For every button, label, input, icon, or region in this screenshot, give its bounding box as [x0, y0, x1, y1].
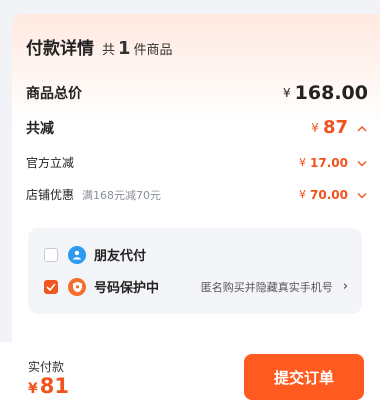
currency-symbol: ¥ — [283, 86, 291, 100]
currency-symbol: ¥ — [28, 381, 38, 397]
chevron-up-icon[interactable] — [356, 121, 368, 135]
chevron-down-icon[interactable] — [356, 156, 368, 170]
currency-symbol: ¥ — [311, 120, 319, 135]
actual-payment-label: 实付款 — [28, 360, 65, 374]
actual-payment-amount: ¥81 — [28, 374, 69, 398]
store-discount-amount: 70.00 — [310, 187, 348, 202]
chevron-right-icon: › — [342, 279, 348, 294]
store-discount-row[interactable]: 店铺优惠 满168元减70元 ¥ 70.00 — [26, 186, 368, 203]
actual-payment-value: 81 — [39, 374, 69, 398]
goods-total-label: 商品总价 — [26, 86, 82, 102]
count-suffix: 件商品 — [133, 43, 173, 58]
page-title: 付款详情 — [26, 39, 94, 59]
options-panel: 朋友代付 号码保护中 匿名购买并隐藏真实手机号 › — [28, 228, 362, 314]
friend-pay-option[interactable]: 朋友代付 — [44, 245, 348, 264]
count-number: 1 — [118, 38, 131, 59]
currency-symbol: ¥ — [299, 156, 307, 169]
payment-header: 付款详情 共 1 件商品 — [26, 34, 173, 59]
checkout-bar: 实付款 ¥81 提交订单 — [0, 342, 380, 414]
discount-row[interactable]: 共减 ¥ 87 — [26, 117, 368, 138]
number-protection-desc: 匿名购买并隐藏真实手机号 — [200, 280, 333, 294]
shield-icon — [68, 277, 86, 296]
number-protection-option[interactable]: 号码保护中 匿名购买并隐藏真实手机号 › — [44, 277, 348, 296]
discount-amount: 87 — [322, 117, 348, 138]
goods-total-row: 商品总价 ¥ 168.00 — [26, 82, 368, 104]
official-discount-amount: 17.00 — [310, 155, 348, 170]
discount-label: 共减 — [26, 120, 54, 137]
item-count: 共 1 件商品 — [102, 38, 173, 59]
official-discount-row[interactable]: 官方立减 ¥ 17.00 — [26, 154, 368, 171]
store-discount-hint: 满168元减70元 — [82, 188, 162, 202]
submit-order-button[interactable]: 提交订单 — [244, 354, 364, 400]
number-protection-checkbox[interactable] — [44, 279, 58, 294]
friend-pay-label: 朋友代付 — [94, 249, 147, 264]
chevron-down-icon[interactable] — [356, 188, 368, 202]
friend-pay-checkbox[interactable] — [44, 247, 58, 262]
official-discount-label: 官方立减 — [26, 156, 75, 170]
store-discount-label: 店铺优惠 — [26, 188, 75, 202]
number-protection-detail[interactable]: 匿名购买并隐藏真实手机号 › — [201, 279, 348, 295]
friend-pay-icon — [68, 245, 86, 264]
currency-symbol: ¥ — [299, 188, 307, 201]
goods-total-amount: 168.00 — [294, 82, 368, 104]
number-protection-label: 号码保护中 — [94, 281, 160, 296]
count-prefix: 共 — [102, 43, 116, 58]
